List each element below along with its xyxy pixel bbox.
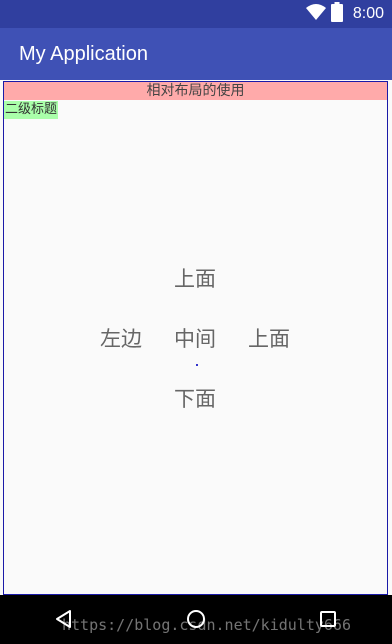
status-bar: 8:00 — [0, 0, 392, 28]
center-text: 中间 — [174, 327, 216, 351]
right-text: 上面 — [248, 327, 290, 351]
center-marker — [196, 364, 198, 366]
top-text: 上面 — [174, 267, 216, 291]
navigation-bar: https://blog.csdn.net/kidulty666 — [0, 595, 392, 644]
relative-layout: 相对布局的使用 二级标题 上面 左边 中间 上面 下面 — [3, 81, 388, 595]
header-strip: 相对布局的使用 — [4, 82, 387, 100]
wifi-icon — [305, 3, 327, 25]
status-icons: 8:00 — [305, 2, 384, 26]
app-bar: My Application — [0, 28, 392, 80]
app-title: My Application — [19, 43, 148, 65]
battery-icon — [330, 2, 343, 26]
bottom-text: 下面 — [174, 387, 216, 411]
status-time: 8:00 — [352, 5, 384, 22]
subheading-label: 二级标题 — [4, 101, 59, 119]
watermark-text: https://blog.csdn.net/kidulty666 — [62, 616, 351, 634]
left-text: 左边 — [100, 327, 142, 351]
